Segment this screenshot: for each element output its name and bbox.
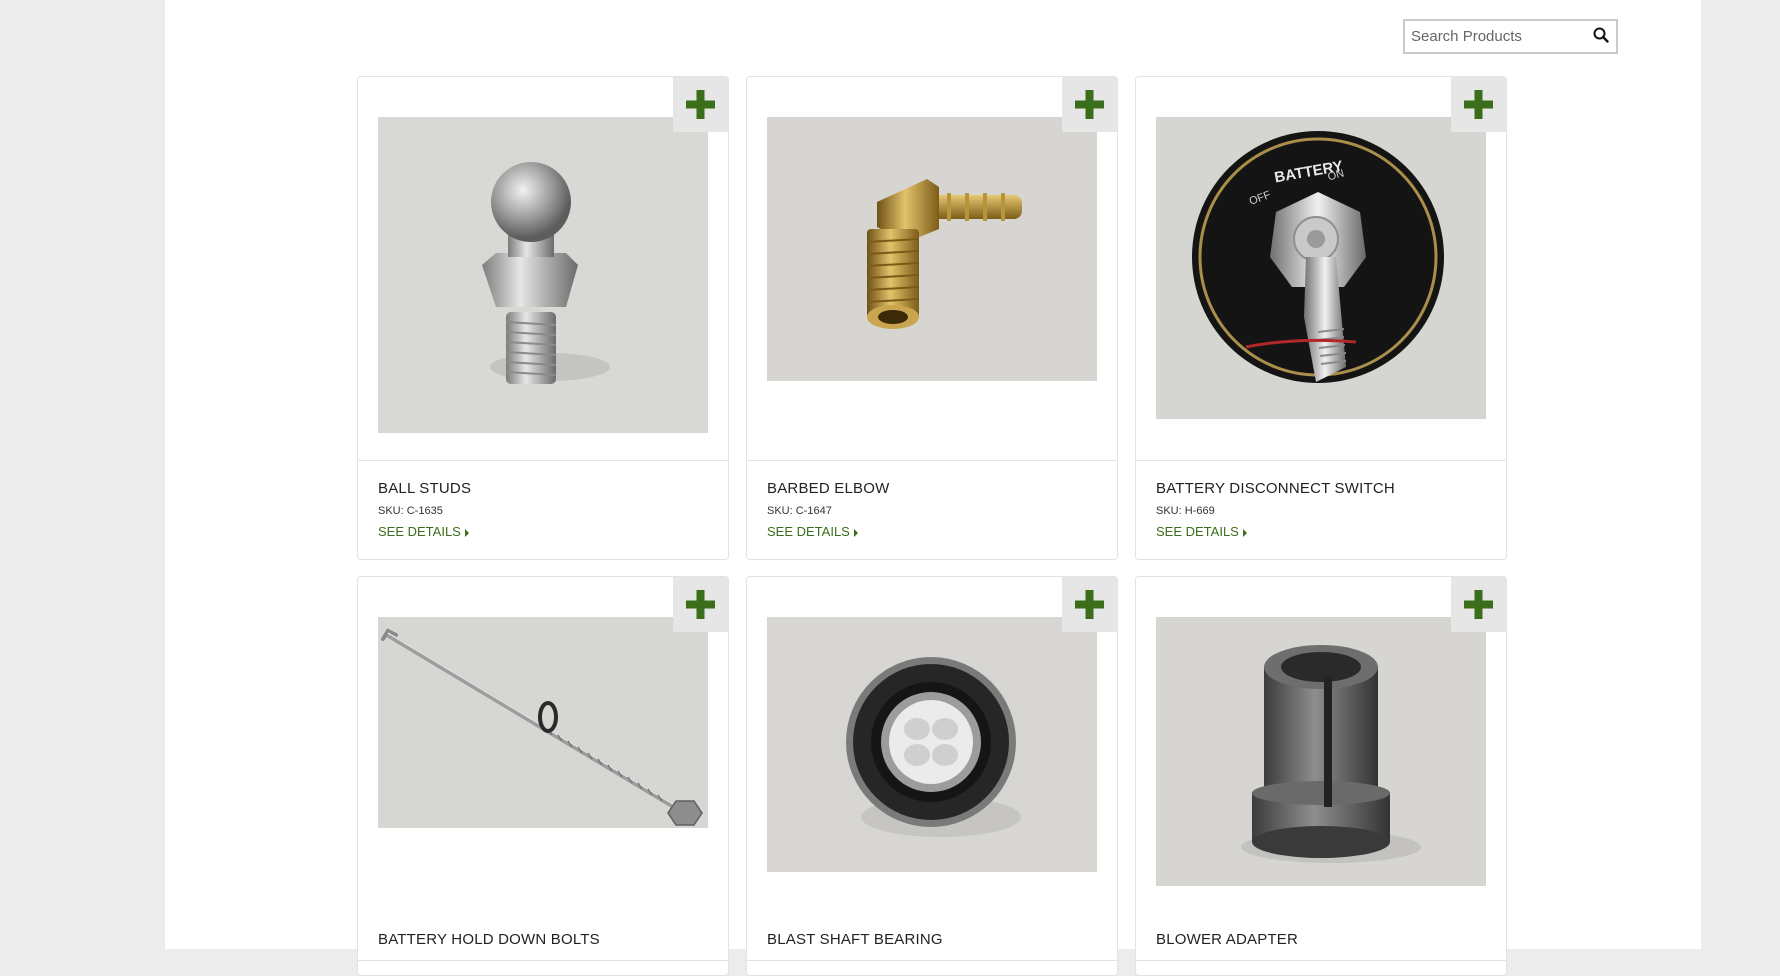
product-image-area xyxy=(358,577,728,961)
plus-icon xyxy=(1075,590,1104,619)
add-to-cart-button[interactable] xyxy=(673,77,728,132)
product-card[interactable]: BARBED ELBOW SKU: C-1647 SEE DETAILS xyxy=(746,76,1118,560)
product-sku: SKU: C-1647 xyxy=(767,505,832,517)
product-photo[interactable] xyxy=(767,617,1097,872)
plus-icon xyxy=(686,590,715,619)
product-photo[interactable] xyxy=(1156,617,1486,886)
product-sku: SKU: H-669 xyxy=(1156,505,1215,517)
product-photo[interactable] xyxy=(378,617,708,828)
page-content: BALL STUDS SKU: C-1635 SEE DETAILS xyxy=(165,0,1701,976)
see-details-link[interactable]: SEE DETAILS xyxy=(1156,524,1247,539)
product-name[interactable]: BLOWER ADAPTER xyxy=(1156,931,1298,948)
plus-icon xyxy=(1075,90,1104,119)
product-name[interactable]: BARBED ELBOW xyxy=(767,480,889,497)
search-input[interactable] xyxy=(1405,21,1585,52)
product-image-area xyxy=(747,577,1117,961)
add-to-cart-button[interactable] xyxy=(1062,577,1117,632)
search-icon xyxy=(1593,27,1609,43)
caret-right-icon xyxy=(464,528,469,537)
product-image-area xyxy=(358,77,728,461)
product-sku: SKU: C-1635 xyxy=(378,505,443,517)
see-details-link[interactable]: SEE DETAILS xyxy=(378,524,469,539)
plus-icon xyxy=(1464,90,1493,119)
product-name[interactable]: BATTERY HOLD DOWN BOLTS xyxy=(378,931,600,948)
add-to-cart-button[interactable] xyxy=(1451,77,1506,132)
product-name[interactable]: BLAST SHAFT BEARING xyxy=(767,931,943,948)
add-to-cart-button[interactable] xyxy=(1062,77,1117,132)
product-photo[interactable] xyxy=(767,117,1097,381)
product-image-area: BATTERY OFF ON xyxy=(1136,77,1506,461)
product-card[interactable]: BLOWER ADAPTER xyxy=(1135,576,1507,976)
product-image-area xyxy=(747,77,1117,461)
product-photo[interactable]: BATTERY OFF ON xyxy=(1156,117,1486,419)
caret-right-icon xyxy=(1242,528,1247,537)
add-to-cart-button[interactable] xyxy=(673,577,728,632)
product-photo[interactable] xyxy=(378,117,708,433)
product-image-area xyxy=(1136,577,1506,961)
product-card[interactable]: BATTERY OFF ON BATTERY DISCONNECT SWITCH… xyxy=(1135,76,1507,560)
add-to-cart-button[interactable] xyxy=(1451,577,1506,632)
product-card[interactable]: BATTERY HOLD DOWN BOLTS xyxy=(357,576,729,976)
plus-icon xyxy=(1464,590,1493,619)
product-card[interactable]: BLAST SHAFT BEARING xyxy=(746,576,1118,976)
product-name[interactable]: BALL STUDS xyxy=(378,480,471,497)
plus-icon xyxy=(686,90,715,119)
product-card[interactable]: BALL STUDS SKU: C-1635 SEE DETAILS xyxy=(357,76,729,560)
caret-right-icon xyxy=(853,528,858,537)
product-name[interactable]: BATTERY DISCONNECT SWITCH xyxy=(1156,480,1395,497)
see-details-link[interactable]: SEE DETAILS xyxy=(767,524,858,539)
search-button[interactable] xyxy=(1592,26,1612,46)
product-search xyxy=(1403,19,1618,54)
